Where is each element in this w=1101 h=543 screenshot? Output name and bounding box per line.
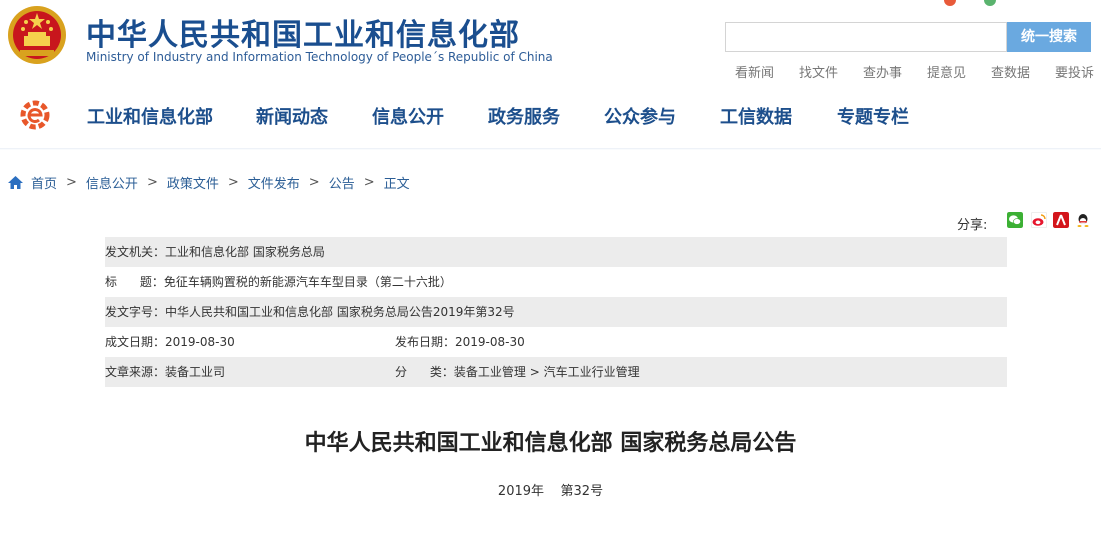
quick-link-files[interactable]: 找文件 (799, 62, 838, 81)
meta-doc-no: 发文字号：中华人民共和国工业和信息化部 国家税务总局公告2019年第32号 (105, 305, 515, 319)
meta-source: 文章来源：装备工业司 (105, 365, 226, 379)
meta-row-doc-no: 发文字号：中华人民共和国工业和信息化部 国家税务总局公告2019年第32号 (105, 297, 1007, 327)
national-emblem-icon (8, 6, 66, 64)
site-subtitle: Ministry of Industry and Information Tec… (86, 50, 553, 64)
search-button[interactable]: 统一搜索 (1007, 22, 1091, 52)
article-number: 2019年 第32号 (497, 484, 604, 499)
site-title[interactable]: 中华人民共和国工业和信息化部 (86, 10, 520, 54)
nav-item-public-participation[interactable]: 公众参与 (604, 103, 676, 129)
home-icon[interactable] (8, 176, 23, 189)
decorative-dot (944, 0, 956, 6)
nav-item-data[interactable]: 工信数据 (720, 103, 792, 129)
search-input[interactable] (725, 22, 1007, 52)
breadcrumb-separator: > (308, 175, 320, 190)
meta-row-issuer: 发文机关：工业和信息化部 国家税务总局 (105, 237, 1007, 267)
meta-category: 分 类：装备工业管理 > 汽车工业行业管理 (395, 365, 640, 379)
qq-icon[interactable] (1075, 212, 1091, 228)
nav-item-news[interactable]: 新闻动态 (256, 103, 328, 129)
nav-item-ministry[interactable]: 工业和信息化部 (87, 103, 213, 129)
breadcrumb-separator: > (146, 175, 158, 190)
breadcrumb-current: 正文 (383, 177, 410, 192)
meta-row-title: 标 题：免征车辆购置税的新能源汽车车型目录（第二十六批） (105, 267, 1007, 297)
nav-item-gov-services[interactable]: 政务服务 (488, 103, 560, 129)
breadcrumb-separator: > (66, 175, 77, 190)
miit-logo-icon[interactable] (20, 100, 50, 130)
breadcrumb-announcements[interactable]: 公告 (329, 173, 355, 192)
meta-row-dates: 成文日期：2019-08-30 发布日期：2019-08-30 (105, 327, 1007, 357)
nav-item-info-disclosure[interactable]: 信息公开 (372, 103, 444, 129)
nav-item-special-topics[interactable]: 专题专栏 (837, 103, 909, 129)
breadcrumb-separator: > (363, 175, 375, 190)
meta-created-date: 成文日期：2019-08-30 (105, 335, 235, 349)
breadcrumb: 首页 > 信息公开 > 政策文件 > 文件发布 > 公告 > 正文 (8, 173, 410, 192)
nav-divider (0, 148, 1101, 150)
meta-issuer: 发文机关：工业和信息化部 国家税务总局 (105, 245, 325, 259)
weibo-icon[interactable] (1031, 212, 1047, 228)
breadcrumb-info-disclosure[interactable]: 信息公开 (86, 173, 138, 192)
quick-link-services[interactable]: 查办事 (863, 62, 902, 81)
decorative-dot (984, 0, 996, 6)
quick-link-data[interactable]: 查数据 (991, 62, 1030, 81)
breadcrumb-home[interactable]: 首页 (31, 173, 57, 192)
meta-row-source: 文章来源：装备工业司 分 类：装备工业管理 > 汽车工业行业管理 (105, 357, 1007, 387)
renren-icon[interactable] (1053, 212, 1069, 228)
article-title: 中华人民共和国工业和信息化部 国家税务总局公告 (304, 431, 797, 456)
wechat-icon[interactable] (1007, 212, 1023, 228)
meta-title: 标 题：免征车辆购置税的新能源汽车车型目录（第二十六批） (105, 275, 452, 289)
breadcrumb-policy-files[interactable]: 政策文件 (167, 173, 219, 192)
breadcrumb-file-release[interactable]: 文件发布 (248, 173, 300, 192)
meta-published-date: 发布日期：2019-08-30 (395, 335, 525, 349)
quick-link-feedback[interactable]: 提意见 (927, 62, 966, 81)
quick-link-news[interactable]: 看新闻 (735, 62, 774, 81)
share-label: 分享: (957, 218, 988, 233)
breadcrumb-separator: > (227, 175, 239, 190)
quick-link-complaint[interactable]: 要投诉 (1055, 62, 1094, 81)
